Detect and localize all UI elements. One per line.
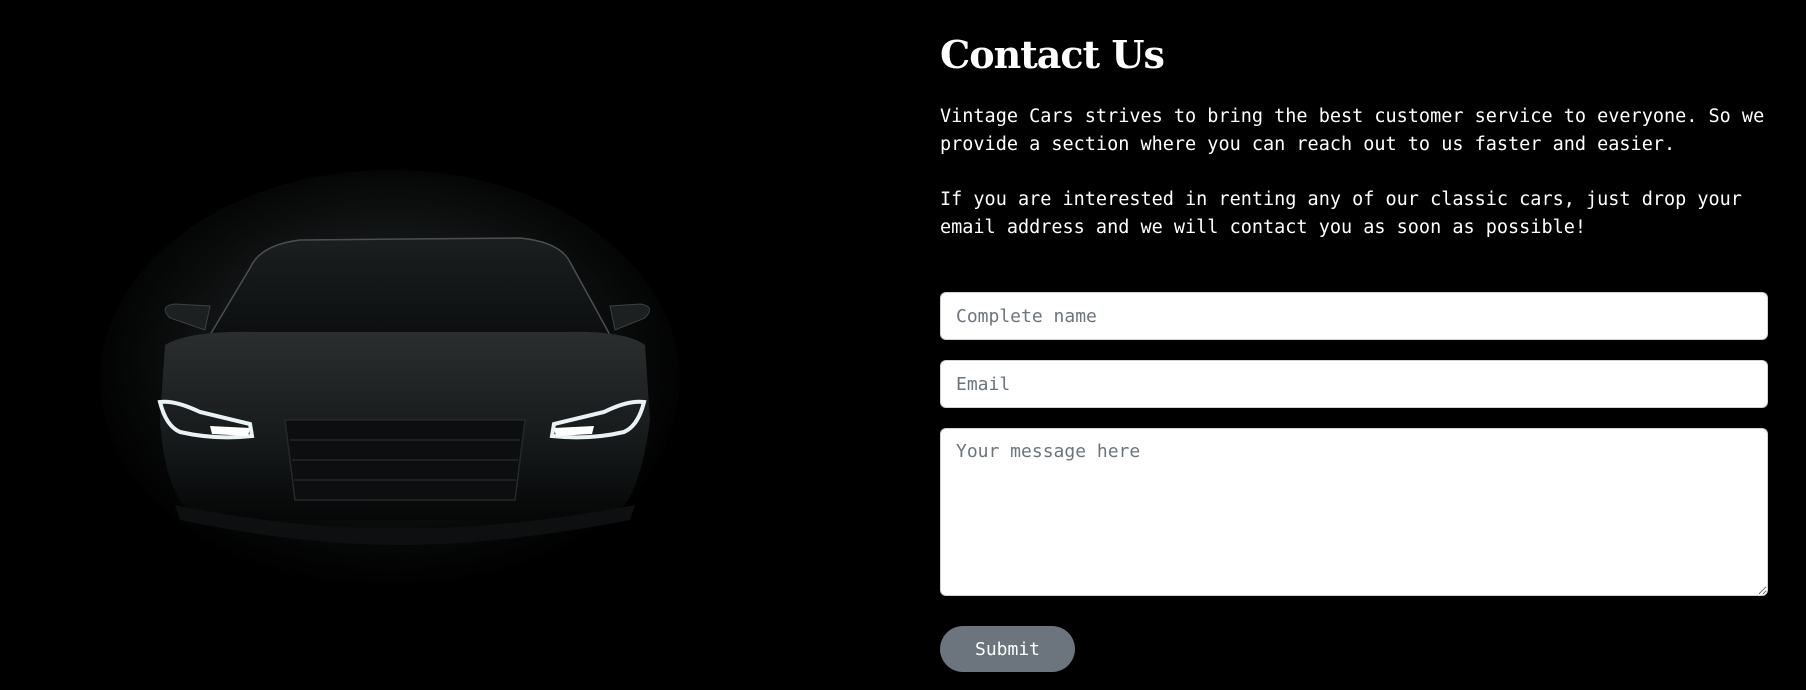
name-input[interactable] — [940, 292, 1768, 340]
message-textarea[interactable] — [940, 428, 1768, 596]
email-input[interactable] — [940, 360, 1768, 408]
car-image — [0, 0, 900, 690]
contact-section: Contact Us Vintage Cars strives to bring… — [940, 0, 1770, 690]
intro-paragraph: Vintage Cars strives to bring the best c… — [940, 106, 1776, 155]
rental-paragraph: If you are interested in renting any of … — [940, 189, 1754, 238]
contact-page: Contact Us Vintage Cars strives to bring… — [0, 0, 1806, 690]
page-title: Contact Us — [940, 32, 1165, 77]
car-silhouette-illustration — [0, 0, 900, 690]
submit-button[interactable]: Submit — [940, 626, 1075, 672]
